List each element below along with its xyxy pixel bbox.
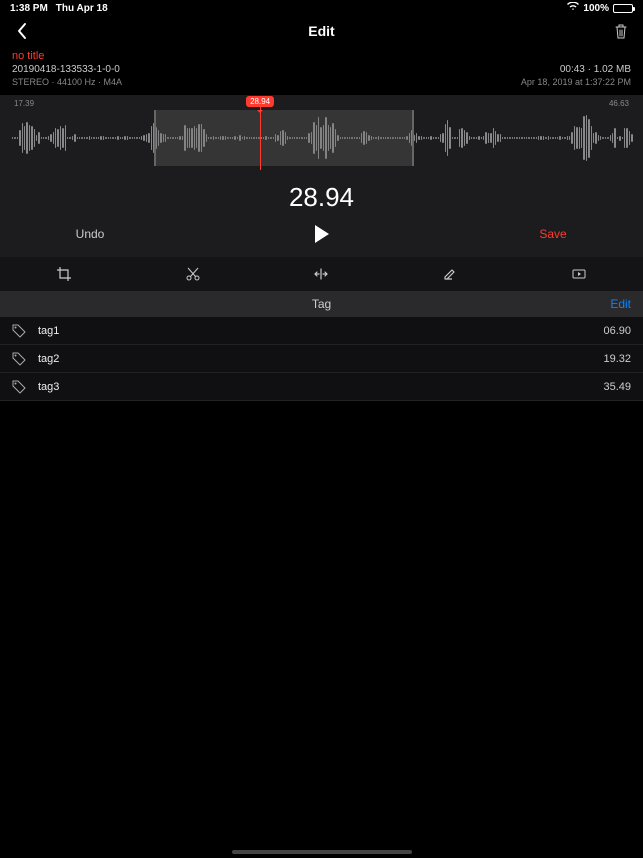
current-time: 28.94	[0, 170, 643, 219]
tag-time: 19.32	[603, 353, 631, 365]
tag-icon	[12, 352, 26, 366]
battery-pct: 100%	[583, 3, 609, 14]
status-bar: 1:38 PM Thu Apr 18 100%	[0, 0, 643, 16]
file-channels: STEREO	[12, 77, 49, 87]
crop-tool[interactable]	[0, 257, 129, 291]
back-button[interactable]	[12, 21, 32, 41]
tag-edit-button[interactable]: Edit	[610, 297, 631, 311]
undo-button[interactable]: Undo	[70, 227, 110, 241]
split-tool[interactable]	[257, 257, 386, 291]
rename-tool[interactable]	[386, 257, 515, 291]
tag-icon	[12, 324, 26, 338]
tag-row[interactable]: tag219.32	[0, 345, 643, 373]
file-format: M4A	[96, 77, 123, 87]
home-indicator	[232, 850, 412, 854]
battery-icon	[613, 4, 633, 13]
selection-region[interactable]	[154, 110, 414, 166]
nav-bar: Edit	[0, 16, 643, 46]
delete-button[interactable]	[611, 21, 631, 41]
tool-row	[0, 257, 643, 291]
file-size: 1.02 MB	[585, 64, 631, 75]
tag-list: tag106.90tag219.32tag335.49	[0, 317, 643, 401]
play-button[interactable]	[315, 225, 329, 243]
cut-tool[interactable]	[129, 257, 258, 291]
media-tool[interactable]	[514, 257, 643, 291]
file-samplerate: 44100 Hz	[49, 77, 96, 87]
save-button[interactable]: Save	[533, 227, 573, 241]
tag-icon	[12, 380, 26, 394]
tag-row[interactable]: tag106.90	[0, 317, 643, 345]
tag-name: tag3	[38, 381, 603, 393]
file-title: no title	[12, 50, 631, 62]
transport-controls: Undo Save	[0, 219, 643, 257]
playhead[interactable]	[260, 104, 261, 170]
tag-header-label: Tag	[312, 297, 331, 311]
tag-row[interactable]: tag335.49	[0, 373, 643, 401]
file-right-info: 00:431.02 MB	[560, 64, 631, 75]
tag-section-header: Tag Edit	[0, 291, 643, 317]
file-duration: 00:43	[560, 64, 585, 75]
tag-time: 06.90	[603, 325, 631, 337]
file-created: Apr 18, 2019 at 1:37:22 PM	[521, 77, 631, 87]
wifi-icon	[567, 2, 579, 14]
file-name: 20190418-133533-1-0-0	[12, 64, 120, 75]
waveform-end-label: 46.63	[609, 99, 629, 108]
file-format-info: STEREO44100 HzM4A	[12, 77, 122, 87]
status-date: Thu Apr 18	[56, 3, 108, 14]
waveform-area[interactable]: 17.39 46.63	[0, 95, 643, 170]
tag-name: tag1	[38, 325, 603, 337]
file-meta: no title 20190418-133533-1-0-0 00:431.02…	[0, 46, 643, 95]
waveform-start-label: 17.39	[14, 99, 34, 108]
tag-time: 35.49	[603, 381, 631, 393]
status-time: 1:38 PM	[10, 3, 48, 14]
tag-name: tag2	[38, 353, 603, 365]
page-title: Edit	[0, 23, 643, 39]
